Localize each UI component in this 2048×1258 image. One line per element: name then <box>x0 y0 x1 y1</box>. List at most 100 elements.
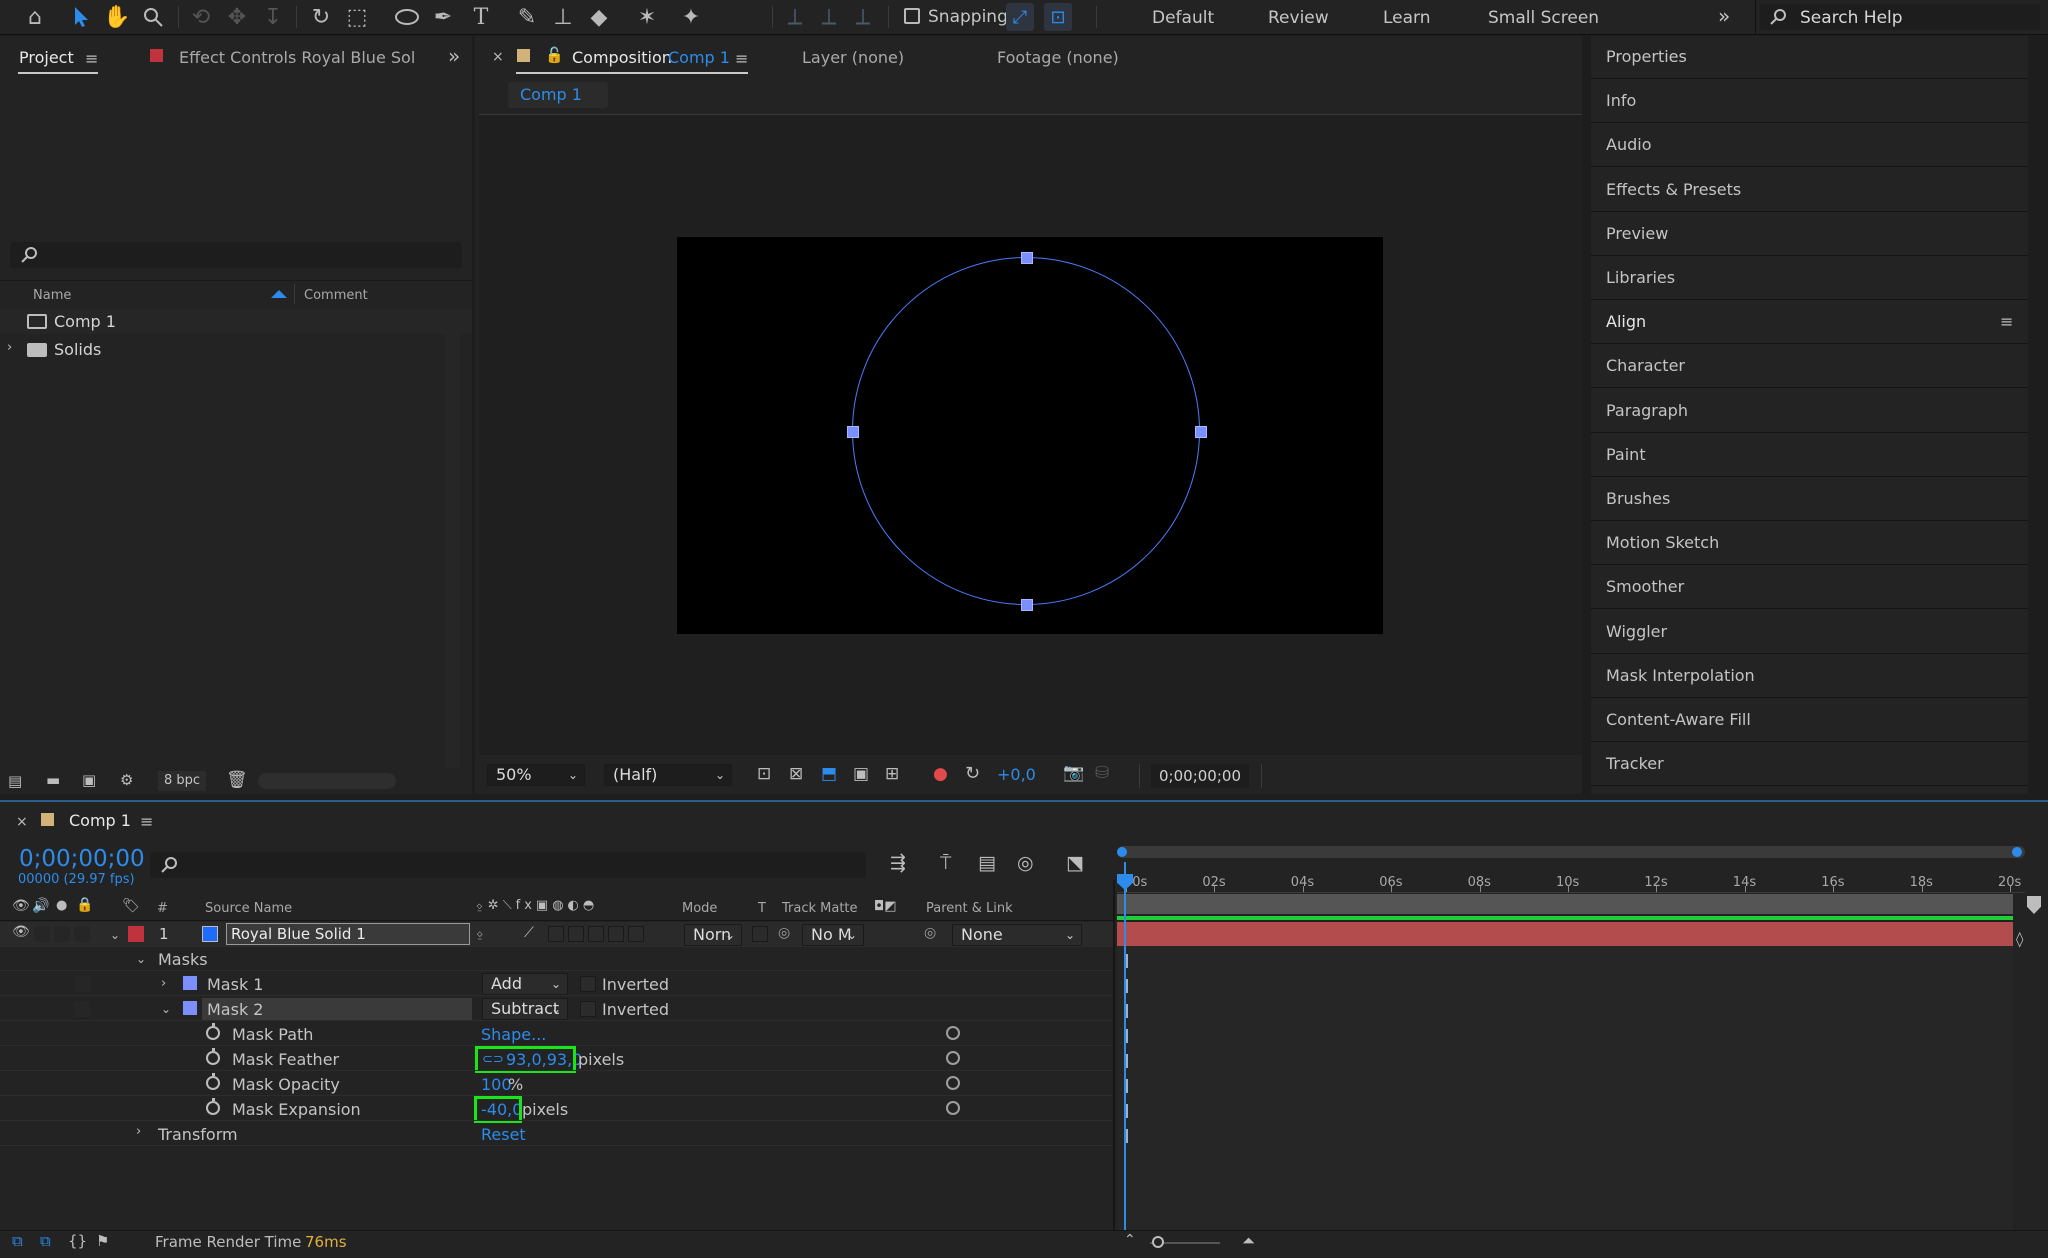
project-search-input[interactable] <box>10 242 462 268</box>
transform-group-label[interactable]: Transform <box>158 1125 238 1144</box>
pen-tool-icon[interactable]: ✒ <box>428 2 458 32</box>
workspace-default[interactable]: Default <box>1152 8 1214 28</box>
solo-toggle[interactable] <box>54 926 70 942</box>
snap-features-icon[interactable]: ⊡ <box>1044 3 1072 31</box>
pan-behind-tool-icon[interactable]: ⬚ <box>342 2 372 32</box>
fx-switch[interactable] <box>548 926 564 942</box>
timeline-panel-menu-icon[interactable]: ≡ <box>140 812 153 831</box>
comp-canvas[interactable] <box>677 237 1383 634</box>
visibility-eye-icon[interactable]: 👁 <box>12 924 30 940</box>
expression-spiral-icon[interactable] <box>946 1026 960 1040</box>
col-hash-header[interactable]: # <box>157 901 168 916</box>
work-area-range[interactable] <box>1117 894 2013 914</box>
mask1-lock-toggle[interactable] <box>74 976 90 992</box>
preserve-transparency-toggle[interactable] <box>752 926 768 942</box>
col-mode-header[interactable]: Mode <box>682 901 717 916</box>
work-area-bar[interactable] <box>1117 846 2025 858</box>
col-comment-header[interactable]: Comment <box>304 288 368 303</box>
mask-vertex-bottom[interactable] <box>1021 599 1033 611</box>
col-parent-header[interactable]: Parent & Link <box>926 901 1013 916</box>
type-tool-icon[interactable]: T <box>466 2 496 32</box>
col-name-header[interactable]: Name <box>33 288 71 303</box>
reset-exposure-icon[interactable]: ↻ <box>965 763 980 784</box>
in-out-pane-icon[interactable]: {} <box>68 1232 87 1250</box>
home-icon[interactable]: ⌂ <box>20 2 50 32</box>
panel-effects-presets[interactable]: Effects & Presets <box>1606 180 1741 199</box>
transform-expand-chevron-icon[interactable]: › <box>136 1124 141 1139</box>
transparency-grid-icon[interactable]: ⬒ <box>821 764 837 784</box>
layer-name-field[interactable]: Royal Blue Solid 1 <box>226 923 470 945</box>
audio-toggle[interactable] <box>34 926 50 942</box>
composition-flowchart-icon[interactable]: ⇶ <box>890 852 906 874</box>
delete-icon[interactable]: 🗑 <box>226 770 248 790</box>
thumbnail-scrollbar[interactable] <box>258 773 396 789</box>
adjustment-switch[interactable] <box>608 926 624 942</box>
motion-blur-icon[interactable]: ◎ <box>1017 852 1034 874</box>
masks-collapse-chevron-icon[interactable]: ⌄ <box>136 952 146 966</box>
timeline-current-time[interactable]: 0;00;00;00 <box>19 846 145 872</box>
track-matte-pickwhip-icon[interactable]: ◎ <box>778 925 790 941</box>
hand-tool-icon[interactable]: ✋ <box>102 2 132 32</box>
snapping-checkbox[interactable] <box>904 8 920 24</box>
layer-out-marker-icon[interactable]: ◊ <box>2016 930 2023 948</box>
snap-edges-icon[interactable]: ⤢ <box>1006 3 1034 31</box>
mask1-inverted-checkbox[interactable] <box>580 976 596 992</box>
mask-vertex-left[interactable] <box>847 426 859 438</box>
frame-blending-icon[interactable]: ▤ <box>978 852 996 874</box>
show-snapshot-icon[interactable]: ⛁ <box>1095 763 1109 783</box>
lock-toggle[interactable] <box>74 926 90 942</box>
panel-mask-interpolation[interactable]: Mask Interpolation <box>1606 666 1755 685</box>
eraser-tool-icon[interactable]: ◆ <box>584 2 614 32</box>
current-time-indicator[interactable] <box>1124 862 1126 1230</box>
mask-expansion-stopwatch-icon[interactable] <box>206 1098 220 1115</box>
parent-pickwhip-icon[interactable]: ◎ <box>924 925 936 941</box>
selection-tool-icon[interactable] <box>66 2 96 32</box>
project-scrollbar[interactable] <box>446 312 460 772</box>
mask1-color-swatch[interactable] <box>183 976 197 990</box>
ellipse-tool-icon[interactable] <box>392 2 422 32</box>
mask2-lock-toggle[interactable] <box>74 1001 90 1017</box>
label-tag-icon[interactable]: 🏷 <box>122 898 140 914</box>
zoom-tool-icon[interactable] <box>138 2 168 32</box>
lock-icon[interactable]: 🔓 <box>545 46 564 64</box>
panel-preview[interactable]: Preview <box>1606 224 1668 243</box>
col-track-matte-header[interactable]: Track Matte <box>782 901 858 916</box>
panel-info[interactable]: Info <box>1606 91 1636 110</box>
panel-paint[interactable]: Paint <box>1606 445 1646 464</box>
zoom-out-icon[interactable]: ⌃ <box>1124 1232 1136 1248</box>
mask2-collapse-chevron-icon[interactable]: ⌄ <box>161 1002 171 1016</box>
expression-spiral-icon[interactable] <box>946 1101 960 1115</box>
timeline-search-input[interactable] <box>150 852 866 878</box>
region-of-interest-icon[interactable]: ⊠ <box>789 764 803 784</box>
layer-switches-pane-icon[interactable]: ⧉ <box>12 1232 23 1250</box>
mask2-color-swatch[interactable] <box>183 1001 197 1015</box>
search-help-field[interactable]: Search Help <box>1760 4 2040 30</box>
snapshot-icon[interactable]: 📷 <box>1063 763 1084 783</box>
project-item-solids[interactable]: › Solids <box>0 338 472 362</box>
work-area-end-handle[interactable] <box>2012 847 2022 857</box>
expand-chevron-icon[interactable]: › <box>7 340 12 355</box>
panel-brushes[interactable]: Brushes <box>1606 489 1670 508</box>
composition-panel-menu-icon[interactable]: ≡ <box>735 49 748 68</box>
always-preview-icon[interactable]: ⊡ <box>757 764 771 784</box>
blend-mode-dropdown[interactable]: Norn ⌄ <box>684 924 742 946</box>
mask-path-stopwatch-icon[interactable] <box>206 1023 220 1040</box>
panel-tracker[interactable]: Tracker <box>1606 754 1664 773</box>
new-folder-icon[interactable]: ▬ <box>46 771 60 789</box>
panel-motion-sketch[interactable]: Motion Sketch <box>1606 533 1719 552</box>
comp-breadcrumb-tab[interactable]: Comp 1 <box>508 82 608 108</box>
mask-path-value[interactable]: Shape... <box>481 1025 546 1044</box>
world-axis-icon[interactable]: ⟂ <box>814 2 844 32</box>
collapse-chevron-icon[interactable]: ⌄ <box>110 928 120 942</box>
workspace-small-screen[interactable]: Small Screen <box>1488 8 1599 28</box>
panel-libraries[interactable]: Libraries <box>1606 268 1675 287</box>
parent-dropdown[interactable]: None ⌄ <box>952 924 1082 946</box>
motion-blur-switch[interactable] <box>588 926 604 942</box>
panel-overflow-icon[interactable]: » <box>448 44 460 68</box>
local-axis-icon[interactable]: ⟂ <box>780 2 810 32</box>
transform-reset-link[interactable]: Reset <box>481 1125 526 1144</box>
work-area-start-handle[interactable] <box>1117 847 1127 857</box>
col-t-header[interactable]: T <box>758 901 766 916</box>
workspace-learn[interactable]: Learn <box>1383 8 1431 28</box>
timeline-zoom-thumb[interactable] <box>1152 1236 1164 1248</box>
